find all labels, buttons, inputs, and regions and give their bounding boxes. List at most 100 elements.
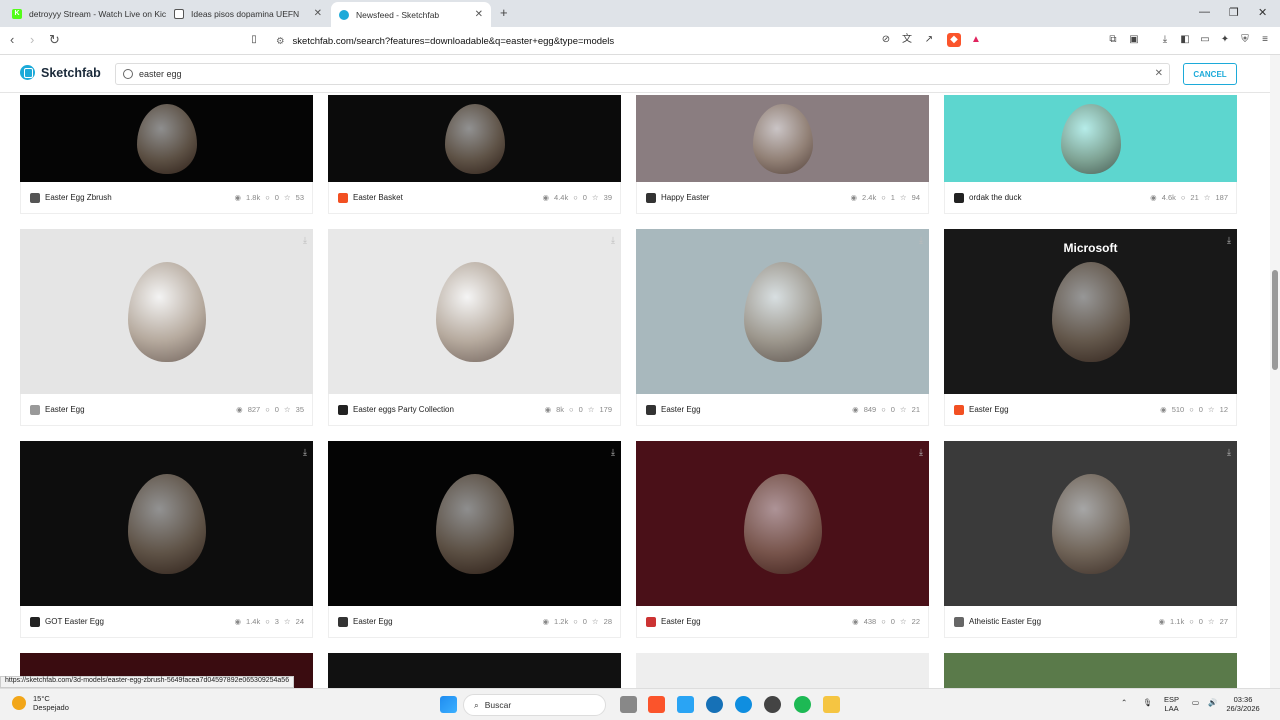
task-view-icon[interactable] — [620, 696, 637, 713]
model-title[interactable]: ordak the duck — [969, 193, 1150, 202]
author-avatar[interactable] — [338, 192, 348, 203]
back-button[interactable]: ‹ — [10, 32, 14, 47]
share-icon[interactable]: ↗ — [922, 33, 936, 47]
edge-icon[interactable] — [735, 696, 752, 713]
leo-icon[interactable]: ✦ — [1218, 33, 1232, 47]
model-title[interactable]: Easter Egg — [661, 617, 852, 626]
model-thumbnail[interactable] — [944, 653, 1237, 688]
views-icon: ◉ — [234, 193, 242, 202]
translate-icon[interactable]: 文 — [900, 33, 914, 47]
tab-kick[interactable]: K detroyyy Stream - Watch Live on Kick — [4, 2, 166, 25]
views-icon: ◉ — [542, 193, 550, 202]
brave-icon[interactable] — [648, 696, 665, 713]
tab-sketchfab[interactable]: Newsfeed - Sketchfab ✕ — [331, 2, 491, 27]
new-tab-button[interactable]: + — [500, 5, 508, 20]
sketchfab-logo[interactable]: Sketchfab — [20, 65, 101, 80]
forward-button[interactable]: › — [30, 32, 34, 47]
network-icon[interactable]: ▭ — [1192, 698, 1199, 707]
brave-rewards-icon[interactable]: ▲ — [969, 33, 983, 47]
model-title[interactable]: Atheistic Easter Egg — [969, 617, 1158, 626]
download-icon[interactable]: ⤓ — [919, 447, 923, 458]
bookmark-icon[interactable]: ▯ — [247, 33, 261, 47]
model-title[interactable]: Easter eggs Party Collection — [353, 405, 545, 414]
download-icon[interactable]: ⤓ — [1227, 235, 1231, 246]
download-icon[interactable]: ⤓ — [611, 447, 615, 458]
weather-widget[interactable]: 15°C Despejado — [12, 694, 69, 712]
unreal-icon[interactable] — [706, 696, 723, 713]
model-title[interactable]: Easter Egg — [661, 405, 852, 414]
spotify-icon[interactable] — [794, 696, 811, 713]
model-thumbnail[interactable] — [328, 95, 621, 182]
model-title[interactable]: Happy Easter — [661, 193, 850, 202]
model-thumbnail[interactable] — [20, 95, 313, 182]
author-avatar[interactable] — [30, 616, 40, 627]
download-icon[interactable]: ⤓ — [1227, 447, 1231, 458]
menu-icon[interactable]: ≡ — [1258, 33, 1272, 47]
page-scrollbar[interactable] — [1270, 55, 1280, 688]
screenshot-icon[interactable]: ▣ — [1127, 33, 1141, 47]
model-thumbnail[interactable]: ⤓ — [636, 441, 929, 606]
microphone-icon[interactable]: 🎙 — [1143, 698, 1153, 707]
vpn-icon[interactable]: ⛨ — [1238, 33, 1252, 47]
sidebar-icon[interactable]: ◧ — [1178, 33, 1192, 47]
model-thumbnail[interactable] — [636, 95, 929, 182]
model-title[interactable]: Easter Basket — [353, 193, 542, 202]
author-avatar[interactable] — [646, 404, 656, 415]
start-icon[interactable] — [440, 696, 457, 713]
chevron-up-icon[interactable]: ⌃ — [1121, 698, 1127, 707]
translate-off-icon[interactable]: ⊘ — [879, 33, 893, 47]
model-thumbnail[interactable] — [328, 653, 621, 688]
github-icon[interactable] — [764, 696, 781, 713]
language-indicator[interactable]: ESP LAA — [1164, 695, 1179, 713]
download-icon[interactable]: ⤓ — [611, 235, 615, 246]
download-icon[interactable]: ⤓ — [303, 235, 307, 246]
model-thumbnail[interactable]: ⤓ — [328, 441, 621, 606]
file-explorer-icon[interactable] — [823, 696, 840, 713]
wallet-icon[interactable]: ▭ — [1198, 33, 1212, 47]
author-avatar[interactable] — [646, 616, 656, 627]
author-avatar[interactable] — [646, 192, 656, 203]
model-thumbnail[interactable]: ⤓ — [636, 229, 929, 394]
download-icon[interactable]: ⤓ — [303, 447, 307, 458]
reload-button[interactable]: ↻ — [49, 32, 60, 48]
model-title[interactable]: GOT Easter Egg — [45, 617, 234, 626]
extensions-icon[interactable]: ⧉ — [1106, 33, 1120, 47]
model-thumbnail[interactable]: ⤓ — [328, 229, 621, 394]
author-avatar[interactable] — [954, 404, 964, 415]
model-stats: ◉ 4.6k ○ 21 ☆ 187 — [1150, 193, 1228, 202]
author-avatar[interactable] — [338, 404, 348, 415]
model-thumbnail[interactable]: ⤓ — [20, 441, 313, 606]
maximize-button[interactable]: ❐ — [1229, 6, 1239, 19]
author-avatar[interactable] — [30, 192, 40, 203]
clear-search-icon[interactable]: ✕ — [1155, 68, 1163, 79]
tab-ideas[interactable]: Ideas pisos dopamina UEFN ✕ — [166, 2, 330, 25]
volume-icon[interactable]: 🔊 — [1208, 698, 1217, 707]
model-thumbnail[interactable]: ⤓ — [944, 441, 1237, 606]
model-thumbnail[interactable] — [944, 95, 1237, 182]
model-thumbnail[interactable]: ⤓ — [20, 229, 313, 394]
model-title[interactable]: Easter Egg Zbrush — [45, 193, 234, 202]
close-window-button[interactable]: ✕ — [1258, 6, 1267, 19]
taskbar-search[interactable]: ⌕ Buscar — [463, 694, 606, 716]
close-icon[interactable]: ✕ — [475, 9, 483, 20]
cancel-button[interactable]: CANCEL — [1183, 63, 1237, 85]
author-avatar[interactable] — [954, 192, 964, 203]
author-avatar[interactable] — [338, 616, 348, 627]
author-avatar[interactable] — [954, 616, 964, 627]
close-icon[interactable]: ✕ — [314, 8, 322, 19]
search-input[interactable]: easter egg ✕ — [115, 63, 1170, 85]
minimize-button[interactable]: — — [1199, 6, 1210, 18]
epic-icon[interactable] — [677, 696, 694, 713]
scrollbar-thumb[interactable] — [1272, 270, 1278, 370]
brave-shields-icon[interactable]: ◆ — [947, 33, 961, 47]
site-info-icon[interactable]: ⚙ — [276, 36, 285, 47]
download-icon[interactable]: ⤓ — [919, 235, 923, 246]
model-thumbnail[interactable] — [636, 653, 929, 688]
author-avatar[interactable] — [30, 404, 40, 415]
model-title[interactable]: Easter Egg — [45, 405, 236, 414]
model-title[interactable]: Easter Egg — [969, 405, 1160, 414]
model-thumbnail[interactable]: Microsoft ⤓ — [944, 229, 1237, 394]
download-icon[interactable]: ⤓ — [1158, 33, 1172, 47]
model-title[interactable]: Easter Egg — [353, 617, 542, 626]
clock[interactable]: 03:36 26/3/2026 — [1218, 695, 1268, 713]
